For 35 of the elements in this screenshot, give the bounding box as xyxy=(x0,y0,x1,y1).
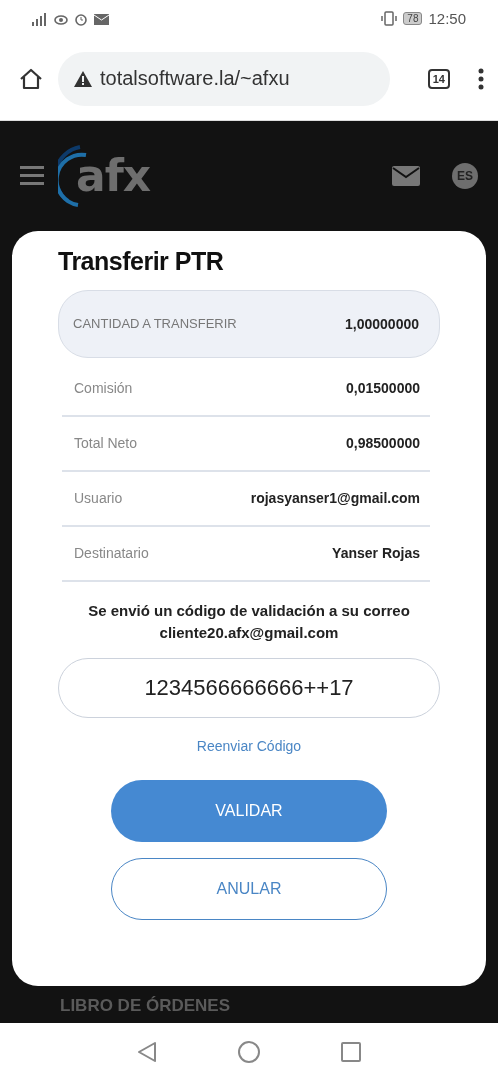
home-icon[interactable] xyxy=(238,1040,260,1063)
signal-icon xyxy=(32,12,48,26)
row-label: Total Neto xyxy=(74,435,138,452)
home-icon xyxy=(18,66,44,91)
row-value: 0,01500000 xyxy=(346,380,420,397)
address-bar[interactable]: totalsoftware.la/~afxu xyxy=(58,51,390,106)
row-label: Comisión xyxy=(74,380,133,397)
alarm-icon xyxy=(74,12,88,26)
battery-level: 78 xyxy=(403,12,423,26)
row-value: 0,98500000 xyxy=(346,435,420,452)
dialog-title: Transferir PTR xyxy=(58,246,225,276)
menu-icon[interactable] xyxy=(478,67,484,90)
resend-code-link[interactable]: Reenviar Código xyxy=(196,737,302,754)
eye-icon xyxy=(54,12,68,26)
warning-icon xyxy=(74,70,92,88)
tab-count-button[interactable]: 14 xyxy=(427,68,450,89)
cancel-button[interactable]: ANULAR xyxy=(111,857,387,920)
row-label: Usuario xyxy=(74,490,123,507)
amount-field[interactable]: CANTIDAD A TRANSFERIR 1,00000000 xyxy=(58,289,440,358)
section-title: LIBRO DE ÓRDENES xyxy=(60,995,231,1016)
back-icon[interactable] xyxy=(136,1040,158,1063)
validation-message: Se envió un código de validación a su correo cliente20.afx@gmail.com xyxy=(87,600,411,643)
recent-apps-icon[interactable] xyxy=(340,1040,362,1063)
mail-icon[interactable] xyxy=(392,165,420,186)
validate-button[interactable]: VALIDAR xyxy=(111,779,387,842)
mail-icon xyxy=(94,12,109,26)
logo-text: afx xyxy=(76,150,151,202)
code-input-field[interactable]: 1234566666666++17 xyxy=(58,657,440,718)
vibrate-icon xyxy=(381,11,398,27)
amount-value: 1,00000000 xyxy=(345,315,419,332)
row-value: Yanser Rojas xyxy=(332,545,420,562)
row-value: rojasyanser1@gmail.com xyxy=(250,490,420,507)
clock-time: 12:50 xyxy=(428,10,466,28)
amount-label: CANTIDAD A TRANSFERIR xyxy=(73,316,237,332)
row-label: Destinatario xyxy=(74,545,149,562)
